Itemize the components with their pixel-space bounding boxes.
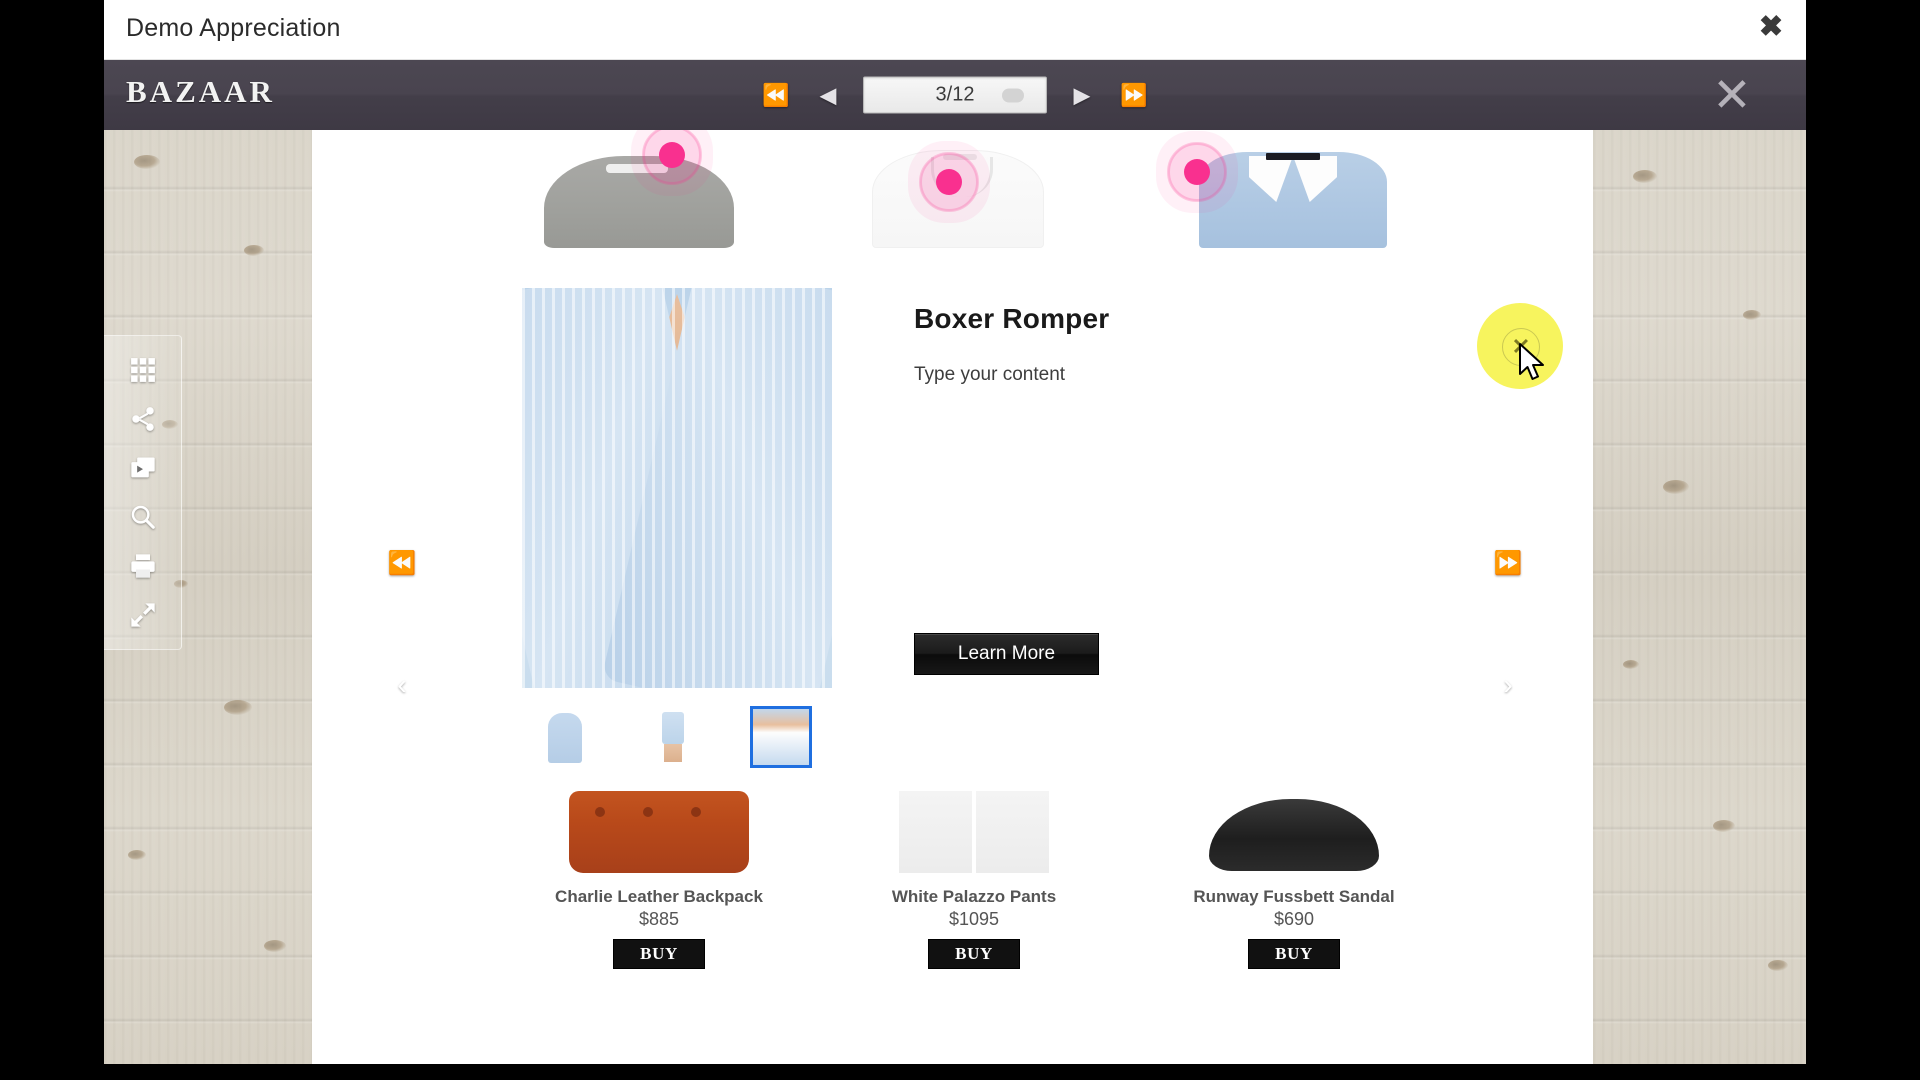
product-hotspot[interactable] [936,169,962,195]
viewer-toolbar: BAZAAR ⏪ ◀ 3/12 ▶ ⏩ ✕ [104,60,1806,130]
page-slider-knob[interactable] [1002,88,1024,102]
shop-product-row: Charlie Leather Backpack $885 BUY White … [414,791,1496,991]
product-card-price: $1095 [948,909,1000,929]
side-next-page-button[interactable]: › [1488,625,1528,745]
page-navigation-group: ⏪ ◀ 3/12 ▶ ⏩ [759,76,1151,114]
learn-more-button[interactable]: Learn More [914,633,1099,675]
hero-grey-sweatshirt [514,128,754,248]
side-prev-page-button[interactable]: ‹ [382,625,422,745]
product-card-price: $690 [1273,909,1315,929]
product-thumbnail[interactable] [642,706,704,768]
print-icon[interactable] [123,546,163,586]
product-card-name: White Palazzo Pants [891,887,1057,906]
close-icon[interactable]: ✖ [1754,10,1788,44]
prev-page-icon[interactable]: ◀ [811,80,845,110]
side-last-page-button[interactable]: ⏩ [1488,515,1528,610]
hero-white-shirt [834,128,1074,248]
flipbook-viewer: BAZAAR ⏪ ◀ 3/12 ▶ ⏩ ✕ ⏪ ‹ ⏩ › Boxer Romp… [104,60,1806,1064]
last-page-icon[interactable]: ⏩ [1117,80,1151,110]
product-card: Runway Fussbett Sandal $690 BUY [1149,791,1439,991]
grey-sweatshirt-image [544,156,734,248]
product-description: Type your content [914,364,1066,385]
product-thumbnail[interactable] [534,706,596,768]
product-card-name: Charlie Leather Backpack [555,887,763,906]
catalog-page: Boxer Romper Type your content Learn Mor… [414,128,1496,1001]
sandal-image[interactable] [1204,791,1384,873]
chevron-right-icon: › [1503,669,1513,700]
share-icon[interactable] [123,399,163,439]
buy-button[interactable]: BUY [928,939,1020,969]
hero-garment-row [414,128,1496,248]
collar-right [1293,156,1337,202]
blue-shirt-image [1199,152,1387,248]
chevron-left-icon: ‹ [397,669,407,700]
side-first-page-button[interactable]: ⏪ [382,515,422,610]
thumbnail-art [662,712,684,762]
palazzo-pants-image[interactable] [884,791,1064,873]
viewer-close-icon[interactable]: ✕ [1706,69,1758,121]
fullscreen-icon[interactable] [123,595,163,635]
product-title: Boxer Romper [914,303,1110,334]
zoom-icon[interactable] [123,497,163,537]
first-page-icon[interactable]: ⏪ [759,80,793,110]
tool-rail [104,335,182,650]
white-shirt-image [872,150,1044,248]
main-product-image[interactable] [522,288,832,688]
thumbnail-art [753,709,809,765]
next-page-icon[interactable]: ▶ [1065,80,1099,110]
overlay-close-icon[interactable]: ✕ [1502,328,1540,366]
product-hotspot[interactable] [1184,159,1210,185]
product-thumbnail-selected[interactable] [750,706,812,768]
backpack-image[interactable] [569,791,749,873]
slideshow-icon[interactable] [123,448,163,488]
wood-background-right [1593,60,1806,1064]
buy-button[interactable]: BUY [613,939,705,969]
fabric-stripes [522,288,832,688]
product-card: Charlie Leather Backpack $885 BUY [514,791,804,991]
thumbnails-icon[interactable] [123,350,163,390]
hero-blue-shirt [1167,128,1409,248]
product-card-name: Runway Fussbett Sandal [1193,887,1395,906]
brand-logo: BAZAAR [126,74,275,109]
product-hotspot[interactable] [659,142,685,168]
buy-button[interactable]: BUY [1248,939,1340,969]
product-card-price: $885 [638,909,680,929]
window-title-bar: Demo Appreciation ✖ [104,0,1806,60]
product-thumbnail-strip [522,706,834,768]
page-title: Demo Appreciation [126,14,341,42]
collar-left [1249,156,1293,202]
page-indicator-label: 3/12 [935,83,975,106]
page-indicator-slider[interactable]: 3/12 [863,76,1047,114]
placket [1266,153,1320,160]
double-right-icon: ⏩ [1493,549,1523,575]
demo-window: Demo Appreciation ✖ BAZAAR ⏪ ◀ 3/12 ▶ ⏩ … [104,0,1806,1064]
product-card: White Palazzo Pants $1095 BUY [829,791,1119,991]
double-left-icon: ⏪ [387,549,417,575]
thumbnail-art [548,713,582,763]
